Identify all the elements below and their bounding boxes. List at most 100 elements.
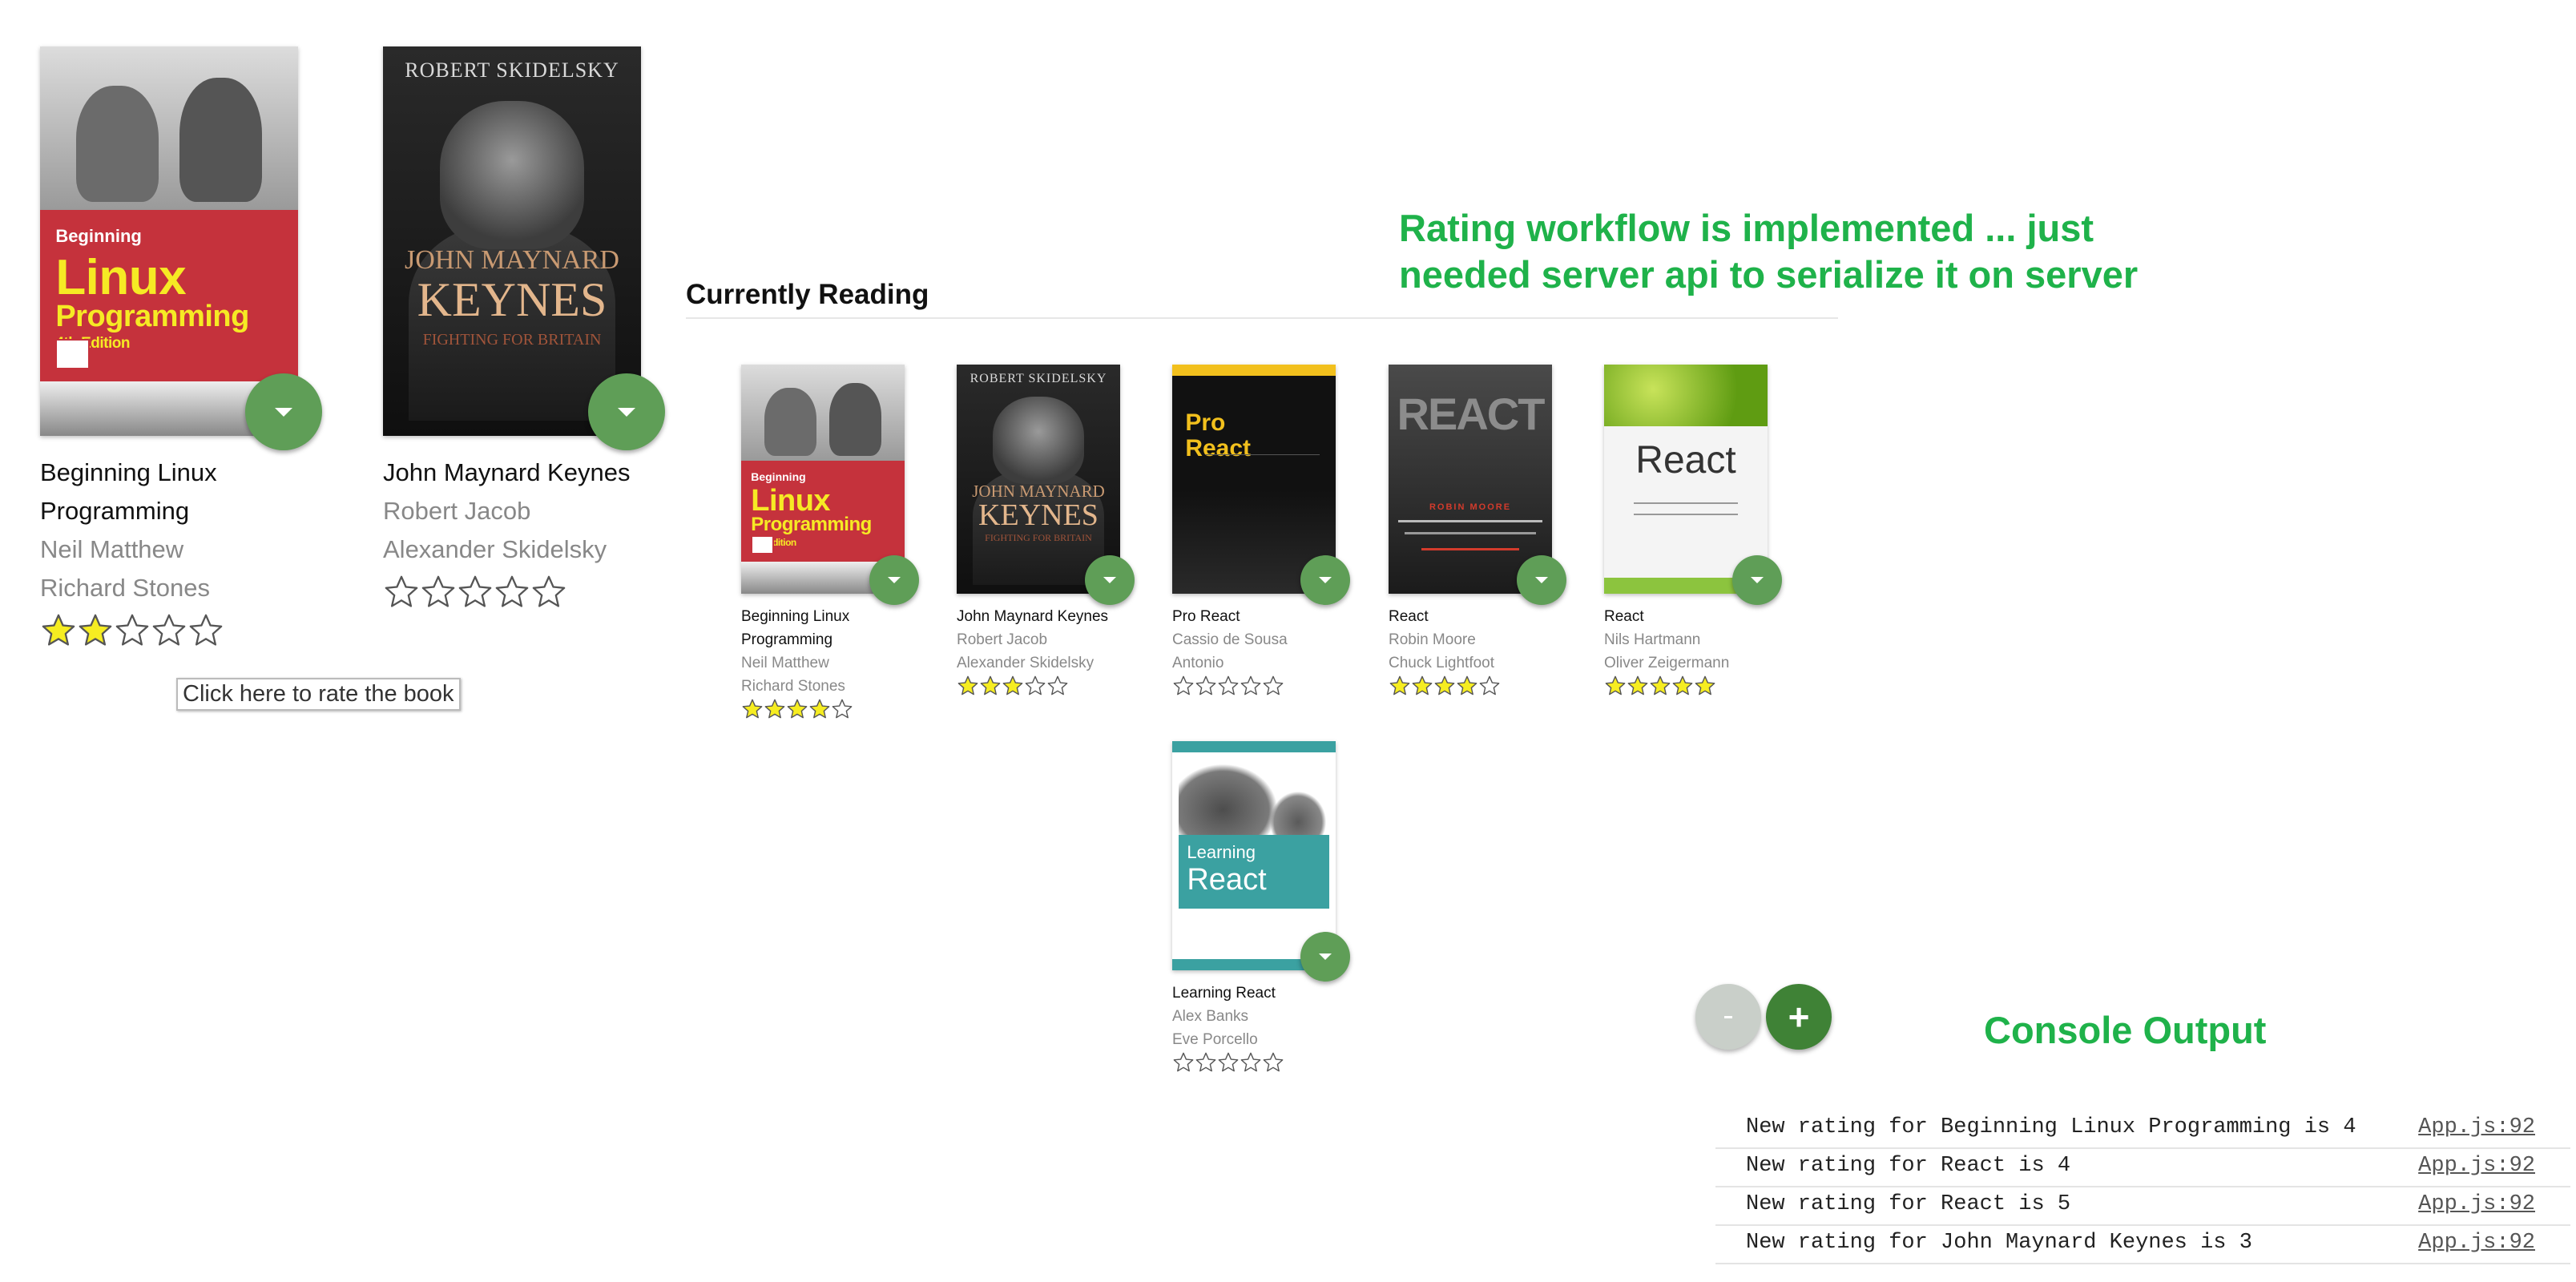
star-filled-icon[interactable] [1456, 675, 1478, 697]
star-filled-icon[interactable] [1649, 675, 1671, 697]
console-line: New rating for Beginning Linux Programmi… [1715, 1109, 2570, 1149]
cover-text: ROBIN MOORE [1429, 502, 1512, 512]
book-menu-button[interactable] [869, 555, 919, 605]
star-rating[interactable] [383, 574, 647, 611]
book-author: Neil Matthew [741, 655, 829, 671]
remove-book-button[interactable] [1695, 984, 1761, 1050]
star-filled-icon[interactable] [40, 612, 77, 649]
star-empty-icon[interactable] [1172, 1051, 1195, 1074]
book-menu-button[interactable] [1085, 555, 1135, 605]
star-filled-icon[interactable] [1627, 675, 1649, 697]
book-menu-button[interactable] [1300, 555, 1350, 605]
star-empty-icon[interactable] [1262, 675, 1284, 697]
book-author: Eve Porcello [1172, 1031, 1258, 1048]
cover-text: Programming [55, 299, 249, 333]
book-title: Beginning Linux Programming [741, 608, 850, 648]
annotation-line: Rating workflow is implemented ... just [1399, 207, 2094, 249]
preview-book-card: ROBERT SKIDELSKY JOHN MAYNARD KEYNES FIG… [383, 46, 665, 611]
book-card: ROBERT SKIDELSKY JOHN MAYNARD KEYNES FIG… [957, 365, 1135, 697]
book-menu-button[interactable] [245, 373, 322, 450]
star-filled-icon[interactable] [1433, 675, 1456, 697]
console-source-link[interactable]: App.js:92 [2418, 1192, 2535, 1216]
star-filled-icon[interactable] [1002, 675, 1024, 697]
star-filled-icon[interactable] [957, 675, 979, 697]
book-cover[interactable]: Pro React [1172, 365, 1350, 605]
cover-text: JOHN MAYNARD [405, 244, 619, 275]
book-cover[interactable]: ROBERT SKIDELSKY JOHN MAYNARD KEYNES FIG… [383, 46, 665, 450]
star-empty-icon[interactable] [1240, 1051, 1262, 1074]
book-menu-button[interactable] [1732, 555, 1782, 605]
book-title: John Maynard Keynes [383, 458, 631, 486]
book-cover[interactable]: REACT ROBIN MOORE [1389, 365, 1566, 605]
book-cover[interactable]: ROBERT SKIDELSKY JOHN MAYNARD KEYNES FIG… [957, 365, 1135, 605]
tooltip: Click here to rate the book [176, 678, 461, 711]
add-book-button[interactable]: + [1766, 984, 1832, 1050]
star-filled-icon[interactable] [808, 698, 831, 720]
star-empty-icon[interactable] [831, 698, 853, 720]
star-empty-icon[interactable] [1195, 1051, 1217, 1074]
star-rating[interactable] [741, 698, 917, 720]
chevron-down-icon [1535, 577, 1548, 583]
preview-book-card: Beginning Linux Programming 4th Edition … [40, 46, 322, 649]
annotation-text: Rating workflow is implemented ... just … [1399, 205, 2138, 298]
console-source-link[interactable]: App.js:92 [2418, 1154, 2535, 1178]
star-filled-icon[interactable] [764, 698, 786, 720]
book-menu-button[interactable] [1300, 932, 1350, 982]
cover-text: ROBERT SKIDELSKY [970, 371, 1107, 385]
star-empty-icon[interactable] [1217, 1051, 1240, 1074]
chevron-down-icon [275, 407, 292, 417]
book-cover[interactable]: React [1604, 365, 1782, 605]
book-cover[interactable]: Learning React [1172, 741, 1350, 982]
console-source-link[interactable]: App.js:92 [2418, 1115, 2535, 1139]
cover-text: Linux [55, 249, 187, 305]
star-rating[interactable] [1172, 675, 1348, 697]
book-author: Alexander Skidelsky [957, 655, 1094, 671]
star-empty-icon[interactable] [457, 574, 494, 611]
console-message: New rating for Beginning Linux Programmi… [1746, 1115, 2356, 1139]
star-filled-icon[interactable] [979, 675, 1002, 697]
star-rating[interactable] [40, 612, 304, 649]
star-filled-icon[interactable] [1671, 675, 1694, 697]
star-empty-icon[interactable] [114, 612, 151, 649]
console-line: New rating for React is 5 App.js:92 [1715, 1186, 2570, 1226]
star-empty-icon[interactable] [1478, 675, 1501, 697]
star-empty-icon[interactable] [420, 574, 457, 611]
book-menu-button[interactable] [1517, 555, 1566, 605]
cover-text: Learning [1187, 841, 1256, 862]
star-filled-icon[interactable] [77, 612, 114, 649]
cover-text: ROBERT SKIDELSKY [405, 58, 619, 82]
star-empty-icon[interactable] [383, 574, 420, 611]
star-empty-icon[interactable] [494, 574, 530, 611]
star-empty-icon[interactable] [187, 612, 224, 649]
star-empty-icon[interactable] [151, 612, 187, 649]
star-empty-icon[interactable] [1217, 675, 1240, 697]
star-filled-icon[interactable] [786, 698, 808, 720]
star-filled-icon[interactable] [1604, 675, 1627, 697]
book-title: React [1604, 608, 1644, 625]
star-rating[interactable] [1604, 675, 1780, 697]
star-rating[interactable] [1172, 1051, 1348, 1074]
star-empty-icon[interactable] [530, 574, 567, 611]
star-rating[interactable] [1389, 675, 1565, 697]
cover-text: FIGHTING FOR BRITAIN [422, 330, 602, 349]
console-source-link[interactable]: App.js:92 [2418, 1231, 2535, 1255]
star-filled-icon[interactable] [1694, 675, 1716, 697]
book-author: Richard Stones [40, 574, 210, 602]
star-empty-icon[interactable] [1046, 675, 1069, 697]
star-empty-icon[interactable] [1172, 675, 1195, 697]
star-filled-icon[interactable] [1411, 675, 1433, 697]
star-filled-icon[interactable] [741, 698, 764, 720]
book-cover[interactable]: Beginning Linux Programming 4th Edition [40, 46, 322, 450]
star-empty-icon[interactable] [1195, 675, 1217, 697]
star-empty-icon[interactable] [1262, 1051, 1284, 1074]
book-author: Antonio [1172, 655, 1224, 671]
cover-text: Pro [1185, 409, 1226, 437]
star-empty-icon[interactable] [1240, 675, 1262, 697]
book-card: Learning React Learning React Alex Banks… [1172, 741, 1350, 1074]
book-menu-button[interactable] [588, 373, 665, 450]
book-cover[interactable]: Beginning Linux Programming 4th Edition [741, 365, 919, 605]
star-empty-icon[interactable] [1024, 675, 1046, 697]
star-filled-icon[interactable] [1389, 675, 1411, 697]
star-rating[interactable] [957, 675, 1133, 697]
cover-text: React [1187, 862, 1267, 897]
